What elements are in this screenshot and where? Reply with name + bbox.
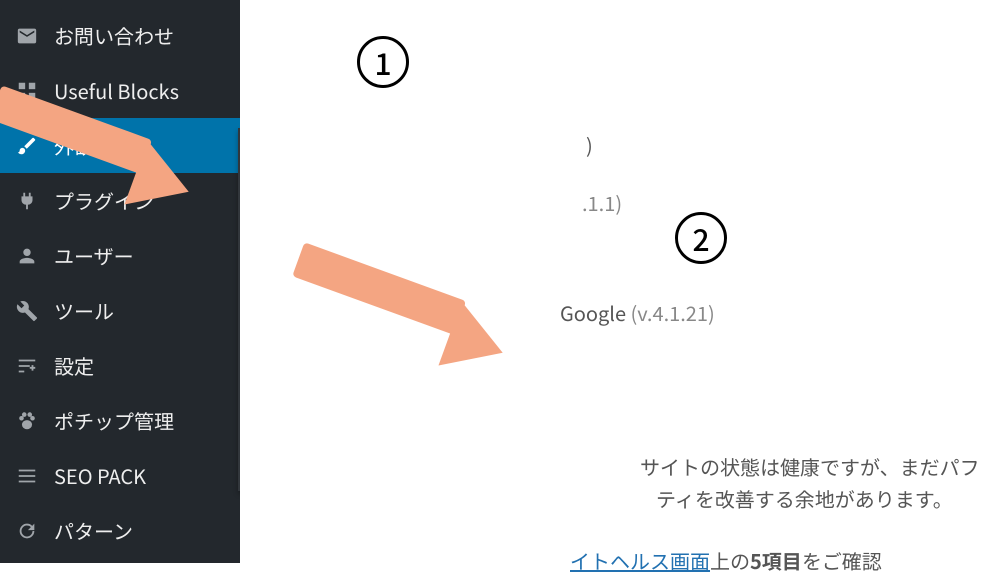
fragment-ver: .1.1): [582, 188, 622, 217]
link-tail-1: 上の: [710, 546, 750, 575]
health-line-1: サイトの状態は健康ですが、まだパフ: [640, 452, 980, 481]
sidebar-item-settings[interactable]: 設定: [0, 338, 240, 393]
link-tail-bold: 5項目: [750, 546, 802, 575]
plug-icon: [14, 190, 40, 212]
sliders-icon: [14, 355, 40, 377]
sidebar-item-pochipp[interactable]: ポチップ管理: [0, 393, 240, 448]
sidebar-item-pattern[interactable]: パターン: [0, 503, 240, 558]
google-row: Google (v.4.1.21): [560, 298, 715, 327]
grid-icon: [14, 80, 40, 102]
sidebar-label: ポチップ管理: [54, 406, 174, 435]
sidebar-item-users[interactable]: ユーザー: [0, 228, 240, 283]
sidebar-item-appearance[interactable]: 外観: [0, 118, 240, 173]
sidebar-label: プラグイン: [54, 186, 154, 215]
sidebar-item-useful-blocks[interactable]: Useful Blocks: [0, 63, 240, 118]
envelope-icon: [14, 25, 40, 47]
sidebar-label: Useful Blocks: [54, 76, 179, 105]
health-link-line: イトヘルス画面上の5項目をご確認: [570, 546, 882, 575]
google-label: Google: [560, 298, 626, 327]
sidebar-label: お問い合わせ: [54, 21, 174, 50]
sidebar-item-contact[interactable]: お問い合わせ: [0, 8, 240, 63]
main-content: ) .1.1) Google (v.4.1.21) サイトの状態は健康ですが、ま…: [240, 0, 1000, 563]
paw-icon: [14, 410, 40, 432]
refresh-icon: [14, 520, 40, 542]
admin-sidebar: お問い合わせ Useful Blocks 外観 プラグイン ユーザー ツール 設…: [0, 0, 240, 563]
brush-icon: [14, 135, 40, 157]
health-line-2: ティを改善する余地があります。: [656, 484, 953, 513]
fragment-paren: ): [586, 130, 593, 159]
user-icon: [14, 245, 40, 267]
sidebar-item-tools[interactable]: ツール: [0, 283, 240, 338]
sidebar-label: ユーザー: [54, 241, 134, 270]
sidebar-label: SEO PACK: [54, 461, 146, 490]
google-version: (v.4.1.21): [631, 298, 715, 327]
sidebar-item-seo-pack[interactable]: SEO PACK: [0, 448, 240, 503]
wrench-icon: [14, 300, 40, 322]
sidebar-label: 設定: [54, 351, 94, 380]
sidebar-label: パターン: [54, 516, 133, 545]
sidebar-label: 外観: [54, 131, 94, 160]
site-health-link[interactable]: イトヘルス画面: [570, 546, 710, 575]
sidebar-label: ツール: [54, 296, 114, 325]
sidebar-item-plugins[interactable]: プラグイン: [0, 173, 240, 228]
list-icon: [14, 465, 40, 487]
link-tail-2: をご確認: [802, 546, 882, 575]
